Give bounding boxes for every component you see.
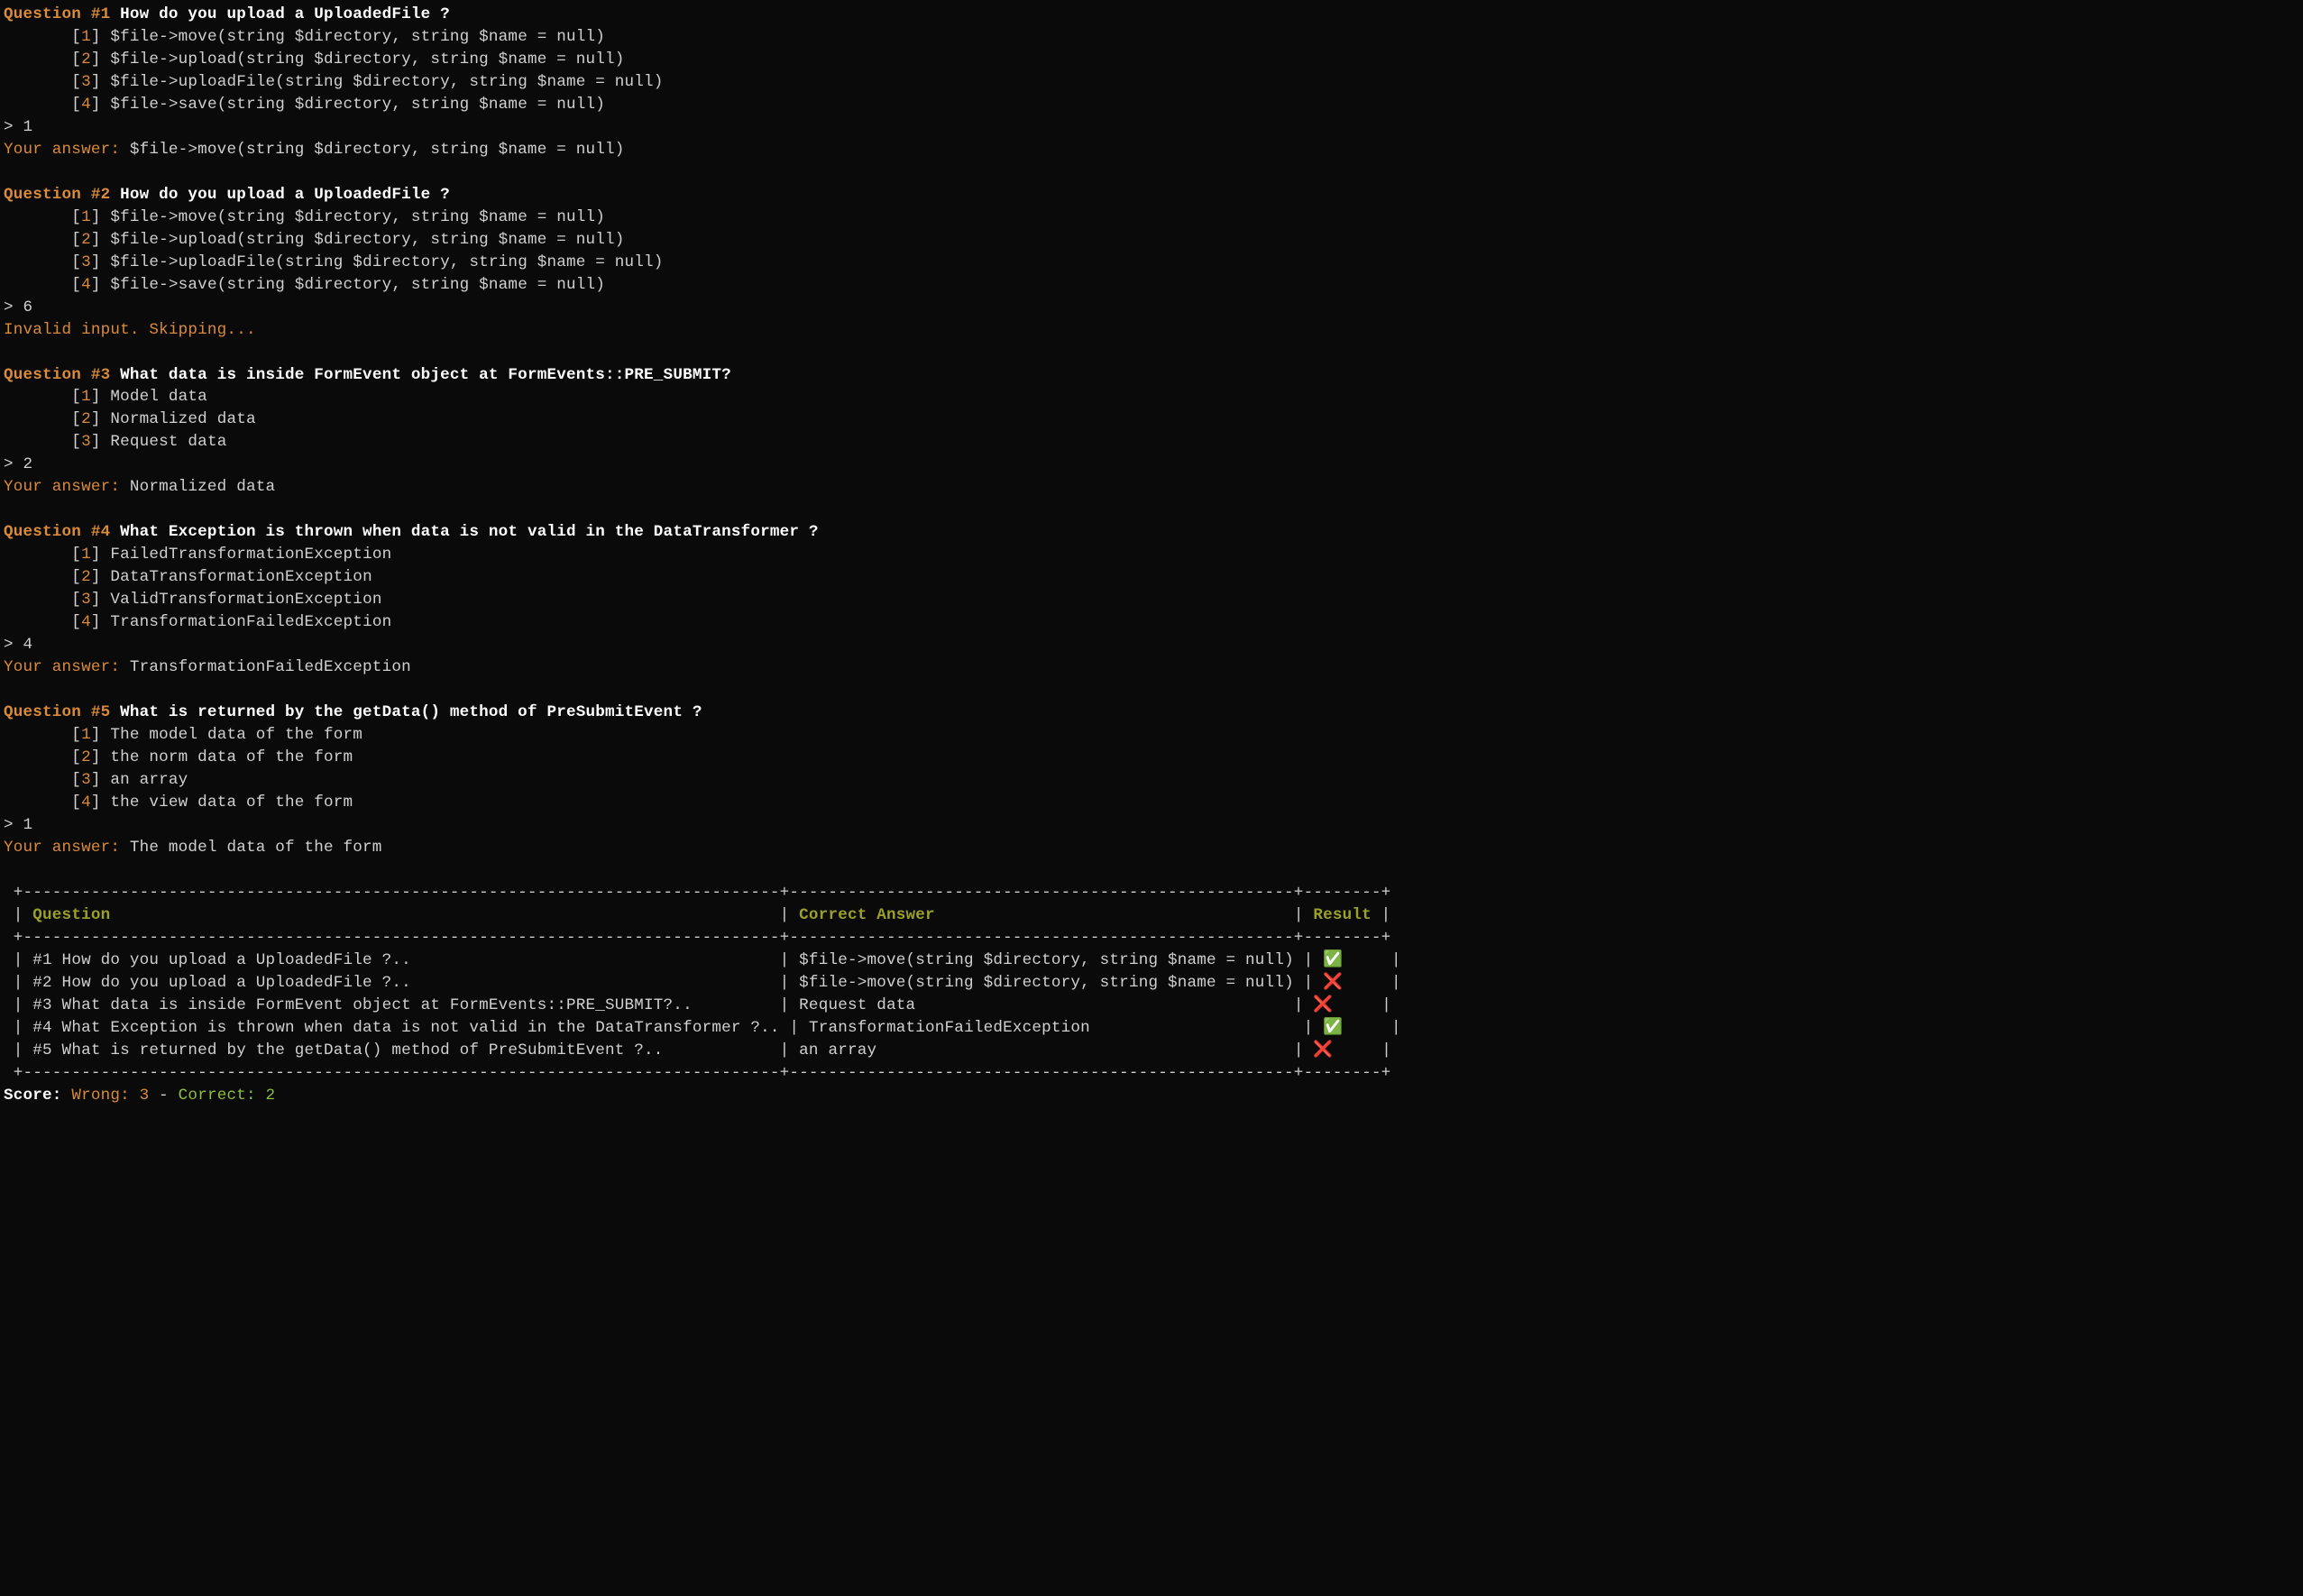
cross-icon: ❌: [1323, 974, 1343, 992]
answer-feedback: Your answer: Normalized data: [4, 476, 2299, 499]
question-option: [1] Model data: [4, 386, 2299, 408]
question-line: Question #2 How do you upload a Uploaded…: [4, 184, 2299, 206]
question-option: [2] $file->upload(string $directory, str…: [4, 49, 2299, 71]
question-line: Question #5 What is returned by the getD…: [4, 702, 2299, 724]
check-icon: ✅: [1323, 1019, 1343, 1037]
table-border: +---------------------------------------…: [4, 882, 2299, 904]
answer-feedback: Your answer: $file->move(string $directo…: [4, 139, 2299, 161]
question-option: [3] $file->uploadFile(string $directory,…: [4, 71, 2299, 94]
question-option: [4] $file->save(string $directory, strin…: [4, 274, 2299, 297]
question-option: [4] TransformationFailedException: [4, 611, 2299, 634]
question-option: [2] $file->upload(string $directory, str…: [4, 229, 2299, 252]
question-option: [1] $file->move(string $directory, strin…: [4, 26, 2299, 49]
question-option: [4] the view data of the form: [4, 792, 2299, 814]
table-row: | #4 What Exception is thrown when data …: [4, 1017, 2299, 1040]
table-header: | Question | Correct Answer | Result |: [4, 904, 2299, 927]
question-option: [2] the norm data of the form: [4, 747, 2299, 769]
answer-feedback: Your answer: The model data of the form: [4, 837, 2299, 859]
question-option: [3] Request data: [4, 431, 2299, 454]
question-option: [3] ValidTransformationException: [4, 589, 2299, 611]
question-option: [1] $file->move(string $directory, strin…: [4, 206, 2299, 229]
question-option: [2] DataTransformationException: [4, 566, 2299, 589]
table-border: +---------------------------------------…: [4, 1062, 2299, 1085]
question-option: [1] FailedTransformationException: [4, 544, 2299, 566]
table-row: | #2 How do you upload a UploadedFile ?.…: [4, 972, 2299, 995]
question-option: [3] $file->uploadFile(string $directory,…: [4, 252, 2299, 274]
question-option: [2] Normalized data: [4, 408, 2299, 431]
cross-icon: ❌: [1313, 996, 1333, 1014]
prompt-line[interactable]: > 4: [4, 634, 2299, 656]
table-row: | #1 How do you upload a UploadedFile ?.…: [4, 949, 2299, 972]
cross-icon: ❌: [1313, 1041, 1333, 1059]
check-icon: ✅: [1323, 951, 1343, 969]
question-line: Question #3 What data is inside FormEven…: [4, 364, 2299, 387]
question-line: Question #1 How do you upload a Uploaded…: [4, 4, 2299, 26]
prompt-line[interactable]: > 6: [4, 297, 2299, 319]
question-line: Question #4 What Exception is thrown whe…: [4, 521, 2299, 544]
table-row: | #5 What is returned by the getData() m…: [4, 1040, 2299, 1062]
question-option: [1] The model data of the form: [4, 724, 2299, 747]
answer-feedback: Invalid input. Skipping...: [4, 319, 2299, 342]
table-border: +---------------------------------------…: [4, 927, 2299, 949]
score-line: Score: Wrong: 3 - Correct: 2: [4, 1085, 2299, 1107]
answer-feedback: Your answer: TransformationFailedExcepti…: [4, 656, 2299, 679]
table-row: | #3 What data is inside FormEvent objec…: [4, 995, 2299, 1017]
prompt-line[interactable]: > 1: [4, 116, 2299, 139]
prompt-line[interactable]: > 2: [4, 454, 2299, 476]
question-option: [3] an array: [4, 769, 2299, 792]
terminal-output: Question #1 How do you upload a Uploaded…: [0, 0, 2303, 1110]
question-option: [4] $file->save(string $directory, strin…: [4, 94, 2299, 116]
prompt-line[interactable]: > 1: [4, 814, 2299, 837]
